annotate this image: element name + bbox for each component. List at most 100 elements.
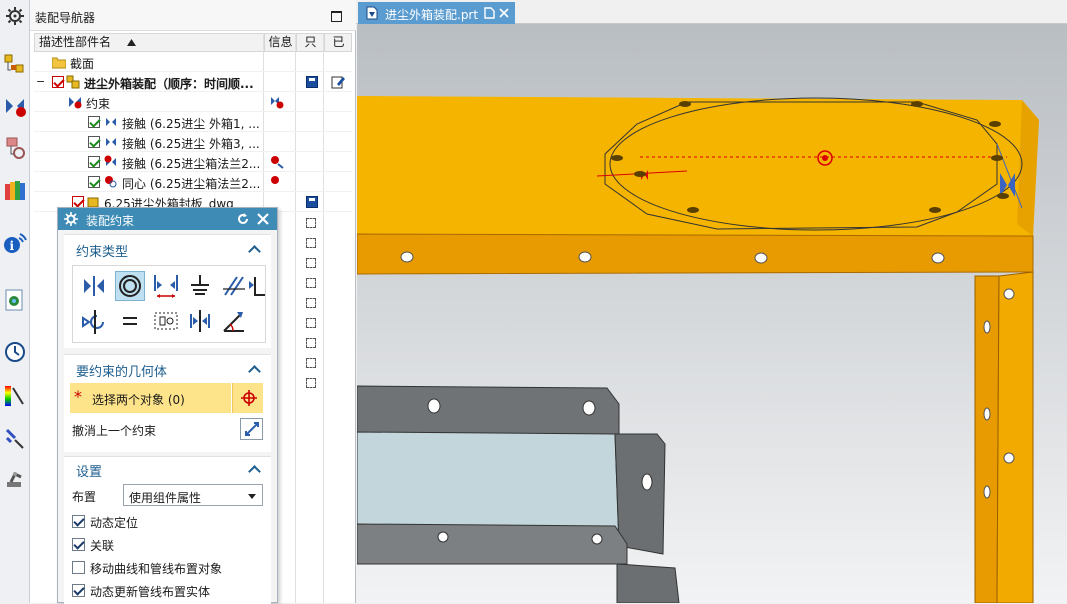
required-asterisk-icon: * [74, 387, 82, 406]
assembly-navigator-icon[interactable] [3, 52, 27, 76]
parallel-tool[interactable] [219, 271, 249, 301]
save-icon[interactable] [306, 196, 318, 208]
option-checkbox[interactable] [72, 584, 85, 597]
tree-item-label: 接触 (6.25进尘箱法兰2... [122, 157, 261, 171]
align-lock-tool[interactable] [79, 306, 109, 336]
reuse-library-icon[interactable] [3, 178, 27, 202]
tree-row-constraint[interactable]: 接触 (6.25进尘箱法兰2... [34, 152, 352, 172]
document-tab[interactable]: 进尘外箱装配.prt [358, 2, 515, 24]
option-checkbox[interactable] [72, 561, 85, 574]
dropdown-arrow-icon [248, 494, 256, 499]
constraint-checkbox[interactable] [88, 156, 100, 168]
robot-icon[interactable] [3, 466, 27, 490]
tree-item-label: 截面 [70, 57, 95, 71]
close-tab-icon[interactable] [499, 8, 509, 18]
constraint-error-icon [271, 176, 279, 184]
tree-row-assembly[interactable]: − 进尘外箱装配（顺序：时间顺... [34, 72, 352, 92]
layout-select[interactable]: 使用组件属性 [123, 484, 263, 506]
concentric-center [822, 155, 828, 161]
folder-icon [52, 57, 66, 69]
concentric-error-icon [105, 176, 117, 188]
constraint-navigator-icon[interactable] [3, 94, 27, 118]
constraint-checkbox[interactable] [88, 136, 100, 148]
distance-tool[interactable] [151, 271, 181, 301]
process-studio-icon[interactable] [3, 426, 27, 450]
readonly-indicator [306, 338, 316, 348]
graphics-viewport[interactable] [357, 24, 1067, 603]
option-checkbox[interactable] [72, 538, 85, 551]
equal-icon [123, 317, 137, 325]
touch-align-icon [84, 276, 104, 296]
align-lock-icon [82, 310, 104, 334]
readonly-indicator [306, 218, 316, 228]
readonly-indicator [306, 298, 316, 308]
option-checkbox[interactable] [72, 515, 85, 528]
settings-icon[interactable] [3, 4, 27, 28]
fix-tool[interactable] [185, 271, 215, 301]
section-header-geometry[interactable]: 要约束的几何体 [76, 361, 167, 380]
tree-row-constraint[interactable]: 同心 (6.25进尘箱法兰2... [34, 172, 352, 192]
maximize-icon[interactable] [331, 11, 342, 22]
tree-row-constraint[interactable]: 接触 (6.25进尘 外箱3, ... [34, 132, 352, 152]
resource-bar: i [0, 0, 30, 603]
document-tab-bar: 进尘外箱装配.prt [356, 0, 1067, 24]
model-render [357, 24, 1067, 603]
concentric-icon [119, 275, 141, 297]
fix-icon [191, 275, 209, 295]
edit-note-icon[interactable] [331, 75, 345, 89]
fit-tool[interactable] [151, 306, 181, 336]
column-header-name[interactable]: 描述性部件名 [35, 34, 264, 51]
svg-text:i: i [10, 239, 15, 253]
touch-align-tool[interactable] [79, 271, 109, 301]
gray-part-bottom [357, 523, 628, 565]
center-tool[interactable] [185, 306, 215, 336]
layout-select-value: 使用组件属性 [129, 491, 202, 505]
angle-tool[interactable] [219, 306, 249, 336]
tree-row-constraint[interactable]: 接触 (6.25进尘 外箱1, ... [34, 112, 352, 132]
reset-icon[interactable] [236, 212, 250, 226]
tree-item-label: 接触 (6.25进尘 外箱3, ... [122, 137, 260, 151]
touch-constraint-icon [106, 118, 116, 126]
option-label: 关联 [90, 539, 115, 553]
section-header-settings[interactable]: 设置 [76, 461, 102, 480]
equal-tool[interactable] [115, 306, 145, 336]
navigator-column-header: 描述性部件名 信息 只 已 [34, 33, 352, 52]
gray-part-flange [614, 433, 666, 555]
center-icon [190, 310, 210, 332]
select-objects-button[interactable] [232, 383, 263, 413]
select-objects-row[interactable]: * 选择两个对象 (0) [70, 383, 231, 413]
close-icon[interactable] [256, 212, 270, 226]
section-header-constraint-type[interactable]: 约束类型 [76, 241, 128, 260]
readonly-indicator [306, 238, 316, 248]
column-header-info[interactable]: 信息 [264, 34, 296, 51]
orange-plate-top [357, 96, 1039, 236]
crosshair-icon [241, 390, 257, 406]
collapse-caret-icon[interactable] [248, 465, 261, 478]
column-header-modified[interactable]: 已 [324, 34, 352, 51]
option-label: 动态更新管线布置实体 [90, 585, 211, 599]
perpendicular-tool[interactable] [249, 271, 265, 301]
info-icon[interactable]: i [3, 232, 27, 256]
constraint-error-icon [271, 97, 284, 109]
constraints-icon [69, 97, 82, 109]
part-navigator-icon[interactable] [3, 136, 27, 160]
tree-row-constraints[interactable]: 约束 [34, 92, 352, 112]
save-icon[interactable] [306, 76, 318, 88]
undo-constraint-button[interactable] [240, 418, 263, 440]
tree-row-section[interactable]: 截面 [34, 52, 352, 72]
visualization-icon[interactable] [3, 384, 27, 408]
history-icon[interactable] [3, 340, 27, 364]
collapse-caret-icon[interactable] [248, 365, 261, 378]
column-header-readonly[interactable]: 只 [296, 34, 324, 51]
constraint-checkbox[interactable] [88, 176, 100, 188]
concentric-tool[interactable] [115, 271, 145, 301]
visibility-checkbox[interactable] [52, 76, 64, 88]
assembly-tree: 截面 − 进尘外箱装配（顺序：时间顺... 约束 接触 (6.25进尘 外箱1,… [34, 52, 352, 212]
undo-constraint-icon [245, 422, 259, 436]
collapse-caret-icon[interactable] [248, 245, 261, 258]
collapse-icon[interactable]: − [36, 75, 45, 88]
constraint-checkbox[interactable] [88, 116, 100, 128]
readonly-indicator [306, 278, 316, 288]
perpendicular-icon [249, 277, 265, 296]
web-browser-icon[interactable] [3, 288, 27, 312]
